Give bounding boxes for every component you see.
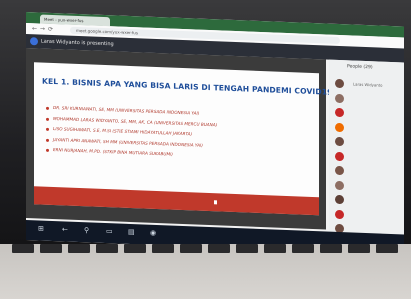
participant-row[interactable] — [335, 208, 401, 223]
avatar — [335, 165, 344, 176]
slide-member-list: DR. SRI KURNIAWATI, SE, MM (UNIVERSITAS … — [46, 103, 217, 162]
avatar — [335, 151, 344, 161]
participant-row[interactable] — [335, 121, 401, 136]
slide-title: KEL 1. BISNIS APA YANG BISA LARIS DI TEN… — [42, 76, 336, 97]
back-icon[interactable]: ← — [62, 225, 68, 233]
participant-row[interactable] — [335, 165, 401, 180]
participant-row[interactable] — [335, 92, 401, 107]
laptop-screen: Meet - yux-wxer-fus ←→⟳ meet.google.com/… — [26, 12, 404, 255]
avatar — [335, 180, 344, 190]
task-view-icon[interactable]: ▭ — [106, 227, 113, 235]
avatar — [335, 78, 344, 89]
folder-icon[interactable]: ▤ — [128, 228, 135, 236]
keyboard-key — [180, 244, 202, 253]
presentation-stage: KEL 1. BISNIS APA YANG BISA LARIS DI TEN… — [26, 48, 336, 230]
participant-name: Laras Widyanto — [353, 81, 383, 88]
avatar — [335, 107, 344, 118]
participant-row[interactable] — [335, 179, 401, 194]
laptop-keyboard — [0, 244, 411, 299]
browser-nav-icons[interactable]: ←→⟳ — [32, 25, 56, 33]
search-icon[interactable]: ⚲ — [84, 226, 89, 234]
people-panel: People (29) Laras Widyanto — [329, 59, 404, 239]
keyboard-key — [236, 244, 258, 253]
keyboard-key — [124, 244, 146, 253]
keyboard-key — [208, 244, 230, 253]
slide: KEL 1. BISNIS APA YANG BISA LARIS DI TEN… — [34, 62, 336, 216]
chrome-icon[interactable]: ◉ — [150, 229, 156, 237]
keyboard-key — [376, 244, 398, 253]
keyboard-key — [348, 244, 370, 253]
keyboard-key — [152, 244, 174, 253]
keyboard-key — [12, 244, 34, 253]
mouse-pointer-icon — [214, 200, 217, 205]
participant-row[interactable] — [335, 107, 401, 122]
participant-row[interactable] — [335, 150, 401, 165]
participant-row[interactable] — [335, 136, 401, 151]
participant-row[interactable]: Laras Widyanto — [335, 78, 401, 93]
avatar — [335, 209, 344, 219]
participant-row[interactable] — [335, 194, 401, 209]
keyboard-key — [320, 244, 342, 253]
avatar — [335, 122, 344, 132]
people-panel-title: People (29) — [347, 64, 373, 71]
avatar — [335, 136, 344, 147]
keyboard-key — [292, 244, 314, 253]
windows-icon[interactable]: ⊞ — [38, 224, 44, 232]
keyboard-key — [264, 244, 286, 253]
avatar — [335, 194, 344, 205]
meet-logo-icon — [30, 37, 38, 46]
slide-footer-band — [34, 186, 319, 216]
keyboard-key — [68, 244, 90, 253]
keyboard-key — [96, 244, 118, 253]
keyboard-key — [40, 244, 62, 253]
avatar — [335, 93, 344, 103]
